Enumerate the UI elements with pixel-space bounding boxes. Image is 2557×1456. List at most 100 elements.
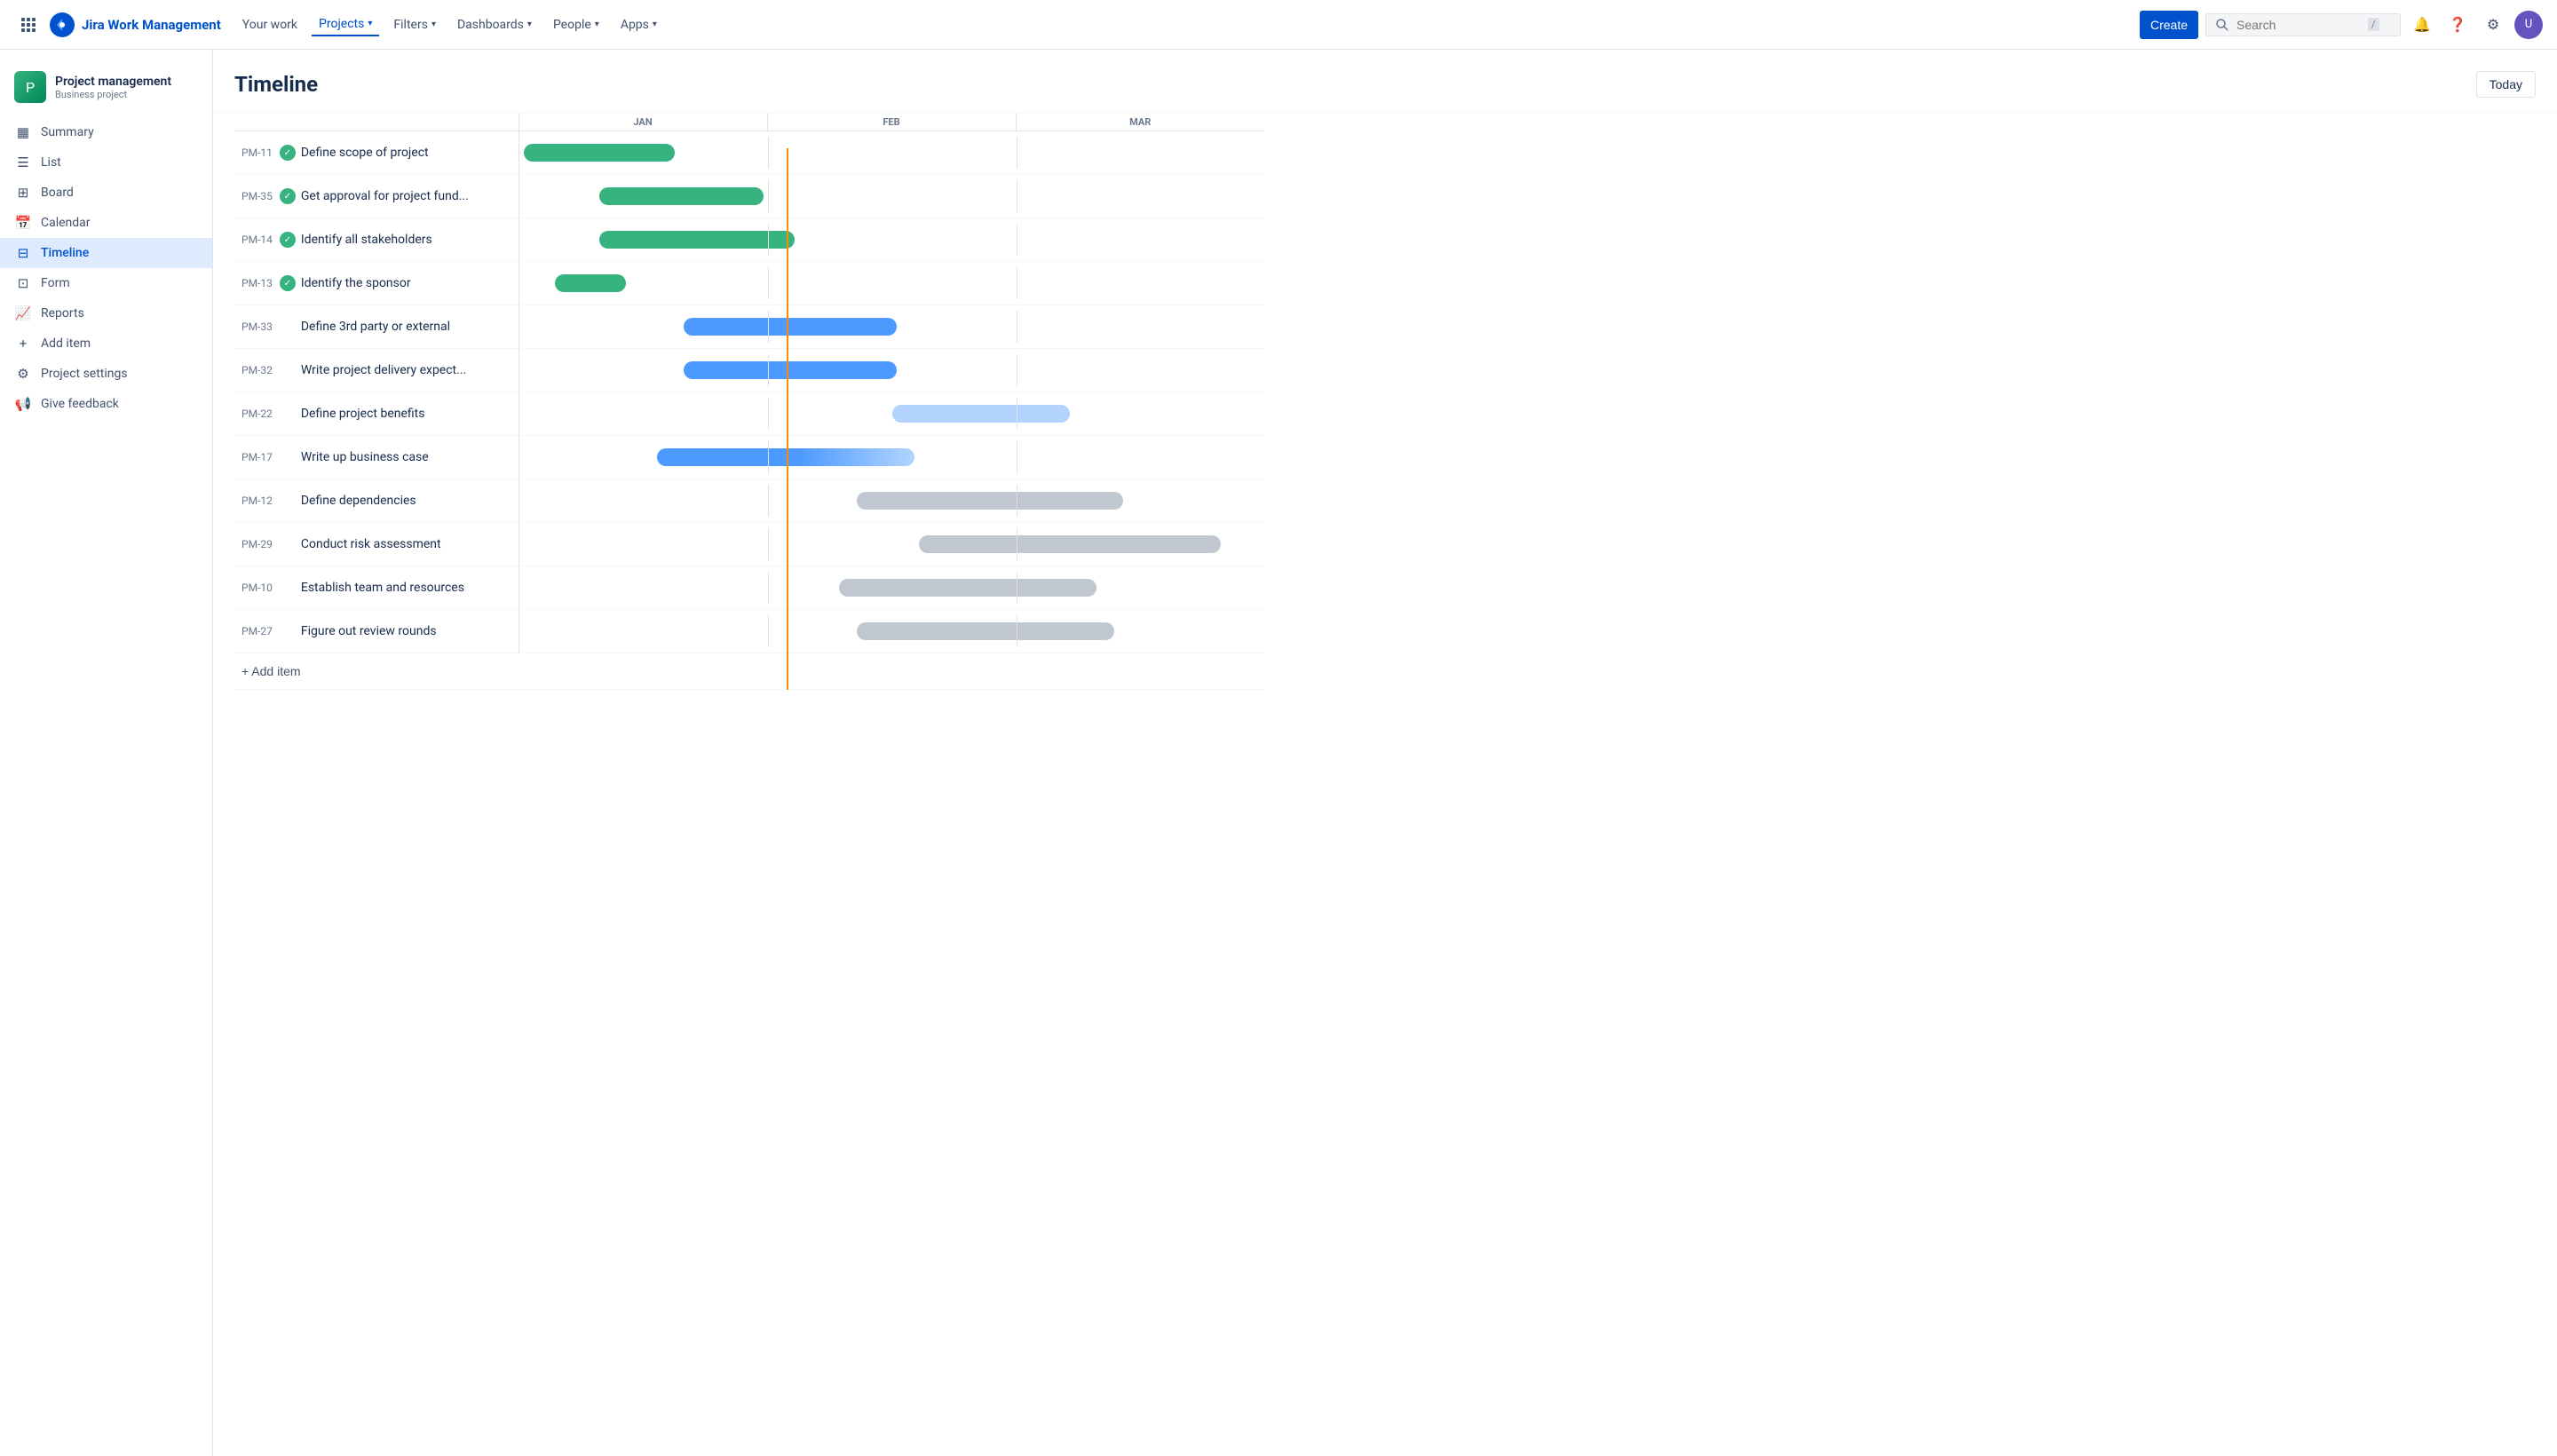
- gantt-bar: [599, 231, 795, 249]
- sidebar-item-summary[interactable]: ▦ Summary: [0, 117, 212, 147]
- table-row[interactable]: PM-32 Write project delivery expect...: [234, 349, 1264, 392]
- main-content: Timeline Today JAN FEB MAR PM-11 ✓ Defin…: [213, 50, 2557, 1456]
- sidebar-item-timeline[interactable]: ⊟ Timeline: [0, 238, 212, 268]
- task-id: PM-13: [234, 277, 280, 289]
- project-info: Project management Business project: [55, 75, 171, 100]
- table-row[interactable]: PM-27 Figure out review rounds: [234, 610, 1264, 653]
- create-button[interactable]: Create: [2140, 11, 2198, 39]
- sidebar-item-project-settings[interactable]: ⚙ Project settings: [0, 359, 212, 389]
- sidebar-item-label: Reports: [41, 306, 84, 320]
- sidebar-item-label: Calendar: [41, 216, 91, 230]
- gantt-bar: [684, 361, 897, 379]
- gantt-bar: [892, 405, 1070, 423]
- search-box[interactable]: /: [2205, 13, 2401, 36]
- task-id: PM-22: [234, 408, 280, 420]
- task-id: PM-33: [234, 320, 280, 333]
- list-icon: ☰: [14, 154, 32, 170]
- table-row[interactable]: PM-13 ✓ Identify the sponsor: [234, 262, 1264, 305]
- task-id: PM-14: [234, 233, 280, 246]
- task-id: PM-11: [234, 146, 280, 159]
- give-feedback-icon: 📢: [14, 396, 32, 412]
- table-row[interactable]: PM-17 Write up business case: [234, 436, 1264, 479]
- sidebar-item-label: Board: [41, 186, 74, 200]
- notifications-button[interactable]: 🔔: [2408, 11, 2436, 39]
- task-id: PM-10: [234, 582, 280, 594]
- status-done-icon: ✓: [280, 232, 296, 248]
- app-logo[interactable]: Jira Work Management: [50, 12, 221, 37]
- sidebar-item-board[interactable]: ⊞ Board: [0, 178, 212, 208]
- task-name: Establish team and resources: [301, 581, 464, 595]
- task-name: Identify the sponsor: [301, 276, 411, 290]
- task-name: Define project benefits: [301, 407, 425, 421]
- table-row[interactable]: PM-12 Define dependencies: [234, 479, 1264, 523]
- search-shortcut: /: [2368, 18, 2379, 31]
- sidebar-item-label: Timeline: [41, 246, 89, 260]
- project-name: Project management: [55, 75, 171, 89]
- apps-chevron: ▾: [653, 20, 657, 29]
- today-button[interactable]: Today: [2476, 71, 2536, 98]
- projects-link[interactable]: Projects ▾: [312, 13, 379, 36]
- table-row[interactable]: PM-14 ✓ Identify all stakeholders: [234, 218, 1264, 262]
- help-button[interactable]: ❓: [2443, 11, 2472, 39]
- status-done-icon: ✓: [280, 145, 296, 161]
- sidebar-item-calendar[interactable]: 📅 Calendar: [0, 208, 212, 238]
- search-input[interactable]: [2236, 18, 2361, 32]
- table-row[interactable]: PM-22 Define project benefits: [234, 392, 1264, 436]
- task-name: Write up business case: [301, 450, 429, 464]
- main-layout: P Project management Business project ▦ …: [0, 50, 2557, 1456]
- project-icon: P: [14, 71, 46, 103]
- month-jan-header: JAN: [519, 113, 767, 131]
- sidebar-item-give-feedback[interactable]: 📢 Give feedback: [0, 389, 212, 419]
- apps-link[interactable]: Apps ▾: [614, 14, 664, 36]
- app-switcher-button[interactable]: [14, 11, 43, 39]
- task-id: PM-12: [234, 495, 280, 507]
- sidebar-item-form[interactable]: ⊡ Form: [0, 268, 212, 298]
- table-row[interactable]: PM-35 ✓ Get approval for project fund...: [234, 175, 1264, 218]
- gantt-chart: JAN FEB MAR PM-11 ✓ Define scope of proj…: [234, 113, 2536, 690]
- user-avatar[interactable]: U: [2514, 11, 2543, 39]
- task-id: PM-35: [234, 190, 280, 202]
- calendar-icon: 📅: [14, 215, 32, 231]
- search-icon: [2215, 18, 2229, 32]
- status-done-icon: ✓: [280, 275, 296, 291]
- gantt-bar: [684, 318, 897, 336]
- timeline-table: JAN FEB MAR PM-11 ✓ Define scope of proj…: [234, 113, 1264, 690]
- status-done-icon: ✓: [280, 188, 296, 204]
- task-name: Figure out review rounds: [301, 624, 437, 638]
- filters-link[interactable]: Filters ▾: [386, 14, 443, 36]
- sidebar-item-reports[interactable]: 📈 Reports: [0, 298, 212, 328]
- month-feb-header: FEB: [767, 113, 1016, 131]
- task-name: Define dependencies: [301, 494, 416, 508]
- table-row[interactable]: PM-33 Define 3rd party or external: [234, 305, 1264, 349]
- gantt-bar: [919, 535, 1221, 553]
- add-item-row[interactable]: + Add item: [234, 653, 1264, 690]
- task-name: Conduct risk assessment: [301, 537, 441, 551]
- sidebar-item-label: List: [41, 155, 61, 170]
- page-title: Timeline: [234, 72, 318, 97]
- task-name: Define scope of project: [301, 146, 429, 160]
- people-link[interactable]: People ▾: [546, 14, 606, 36]
- table-row[interactable]: PM-29 Conduct risk assessment: [234, 523, 1264, 566]
- add-item-button[interactable]: + Add item: [241, 664, 301, 678]
- sidebar-item-add-item[interactable]: + Add item: [0, 328, 212, 359]
- table-row[interactable]: PM-11 ✓ Define scope of project: [234, 131, 1264, 175]
- sidebar-item-list[interactable]: ☰ List: [0, 147, 212, 178]
- gantt-bar: [857, 622, 1114, 640]
- gantt-bar: [524, 144, 675, 162]
- task-id: PM-32: [234, 364, 280, 376]
- project-settings-icon: ⚙: [14, 366, 32, 382]
- your-work-link[interactable]: Your work: [235, 14, 305, 36]
- task-id: PM-27: [234, 625, 280, 637]
- month-mar-header: MAR: [1016, 113, 1264, 131]
- task-id: PM-17: [234, 451, 280, 463]
- settings-button[interactable]: ⚙: [2479, 11, 2507, 39]
- project-type: Business project: [55, 89, 171, 100]
- sidebar: P Project management Business project ▦ …: [0, 50, 213, 1456]
- gantt-bar: [555, 274, 626, 292]
- dashboards-link[interactable]: Dashboards ▾: [450, 14, 539, 36]
- add-item-icon: +: [14, 336, 32, 352]
- sidebar-project: P Project management Business project: [0, 64, 212, 117]
- gantt-bar: [657, 448, 914, 466]
- summary-icon: ▦: [14, 124, 32, 140]
- table-row[interactable]: PM-10 Establish team and resources: [234, 566, 1264, 610]
